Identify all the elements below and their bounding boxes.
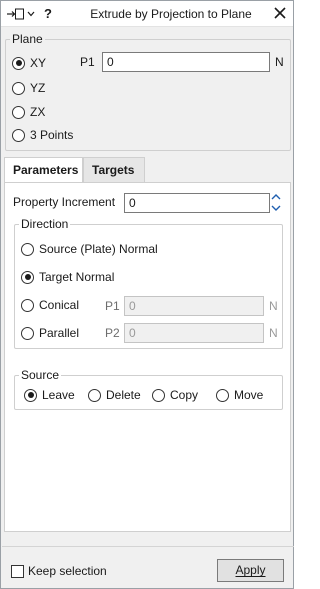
direction-p1-label: P1 bbox=[105, 299, 120, 313]
direction-option-conical[interactable]: Conical bbox=[21, 297, 79, 313]
direction-option-parallel[interactable]: Parallel bbox=[21, 325, 79, 341]
pin-icon bbox=[7, 8, 35, 20]
radio-button[interactable] bbox=[152, 388, 165, 402]
source-option-move[interactable]: Move bbox=[216, 387, 263, 403]
keep-selection-checkbox[interactable] bbox=[11, 565, 24, 578]
radio-button[interactable] bbox=[12, 81, 25, 95]
source-option-delete[interactable]: Delete bbox=[88, 387, 141, 403]
plane-p1-input[interactable]: 0 bbox=[102, 52, 270, 72]
direction-p2-label: P2 bbox=[105, 326, 120, 340]
radio-label: Delete bbox=[106, 388, 141, 402]
radio-label: Conical bbox=[39, 298, 80, 312]
radio-label: Copy bbox=[170, 388, 199, 402]
direction-p2-unit: N bbox=[269, 326, 278, 340]
radio-button[interactable] bbox=[21, 242, 34, 256]
radio-label: ZX bbox=[30, 105, 46, 119]
radio-button[interactable] bbox=[21, 298, 34, 312]
pin-menu-button[interactable] bbox=[6, 5, 38, 23]
direction-option-source-normal[interactable]: Source (Plate) Normal bbox=[21, 241, 158, 257]
source-option-leave[interactable]: Leave bbox=[24, 387, 75, 403]
radio-button[interactable] bbox=[12, 128, 25, 142]
property-increment-input[interactable]: 0 bbox=[124, 193, 270, 213]
radio-button[interactable] bbox=[88, 388, 101, 402]
property-increment-label: Property Increment bbox=[13, 195, 116, 209]
spinner-arrows-icon bbox=[271, 194, 281, 211]
plane-option-xy[interactable]: XY bbox=[12, 55, 46, 71]
plane-option-3-points[interactable]: 3 Points bbox=[12, 127, 73, 143]
property-increment-spinner[interactable] bbox=[269, 192, 283, 212]
plane-p1-label: P1 bbox=[80, 55, 95, 69]
radio-button[interactable] bbox=[12, 105, 25, 119]
title-bar: ? Extrude by Projection to Plane bbox=[1, 1, 293, 27]
apply-button[interactable]: Apply bbox=[217, 559, 284, 582]
keep-selection-label: Keep selection bbox=[28, 564, 107, 578]
radio-button[interactable] bbox=[216, 388, 229, 402]
direction-option-target-normal[interactable]: Target Normal bbox=[21, 269, 114, 285]
radio-label: YZ bbox=[30, 81, 46, 95]
radio-label: XY bbox=[30, 56, 47, 70]
plane-option-zx[interactable]: ZX bbox=[12, 104, 45, 120]
radio-label: 3 Points bbox=[30, 128, 74, 142]
direction-p1-unit: N bbox=[269, 299, 278, 313]
source-option-copy[interactable]: Copy bbox=[152, 387, 198, 403]
direction-p1-input[interactable]: 0 bbox=[124, 296, 264, 316]
radio-label: Leave bbox=[42, 388, 75, 402]
radio-button[interactable] bbox=[12, 56, 25, 70]
window-title: Extrude by Projection to Plane bbox=[90, 7, 252, 21]
footer-divider bbox=[2, 546, 294, 547]
direction-p2-input[interactable]: 0 bbox=[124, 323, 264, 343]
radio-button[interactable] bbox=[24, 388, 37, 402]
radio-label: Target Normal bbox=[39, 270, 115, 284]
help-button[interactable]: ? bbox=[44, 6, 52, 21]
apply-button-label: Apply bbox=[235, 563, 266, 577]
close-icon bbox=[274, 7, 286, 19]
tab-targets[interactable]: Targets bbox=[83, 157, 145, 182]
radio-button[interactable] bbox=[21, 326, 34, 340]
radio-label: Move bbox=[234, 388, 264, 402]
source-legend: Source bbox=[19, 368, 62, 382]
plane-legend: Plane bbox=[10, 32, 45, 46]
close-button[interactable] bbox=[271, 4, 289, 22]
radio-label: Source (Plate) Normal bbox=[39, 242, 158, 256]
parameters-panel: Property Increment 0 Direction Source (P… bbox=[4, 182, 291, 532]
radio-label: Parallel bbox=[39, 326, 80, 340]
direction-legend: Direction bbox=[19, 217, 71, 231]
plane-p1-unit: N bbox=[275, 55, 284, 69]
dialog-window: ? Extrude by Projection to Plane Plane X… bbox=[0, 0, 294, 589]
radio-button[interactable] bbox=[21, 270, 34, 284]
plane-option-yz[interactable]: YZ bbox=[12, 80, 45, 96]
tab-parameters[interactable]: Parameters bbox=[4, 157, 83, 183]
